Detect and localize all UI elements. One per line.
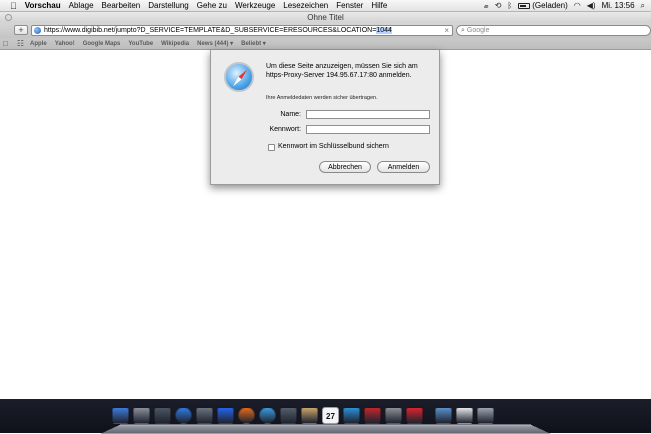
trash-icon[interactable]: [477, 407, 494, 424]
window-close-icon[interactable]: [5, 14, 12, 21]
menu-item-gehe-zu[interactable]: Gehe zu: [197, 1, 227, 10]
battery-icon[interactable]: [518, 2, 531, 9]
menu-extras: 𝒶 ⟲ ᛒ (Geladen) ◠ ◀) Mi. 13:56 ⌕: [478, 1, 651, 11]
menu-item-hilfe[interactable]: Hilfe: [371, 1, 387, 10]
window-title: Ohne Titel: [307, 13, 344, 22]
bookmark-news[interactable]: News (444) ▾: [197, 40, 233, 47]
photo-booth-icon[interactable]: [364, 407, 381, 424]
menu-item-ablage[interactable]: Ablage: [69, 1, 94, 10]
menu-item-bearbeiten[interactable]: Bearbeiten: [102, 1, 141, 10]
document-stack-icon[interactable]: [456, 407, 473, 424]
bookmark-apple[interactable]: Apple: [30, 41, 47, 47]
address-url-selected: 1044: [376, 27, 392, 34]
menu-app-name[interactable]: Vorschau: [25, 1, 61, 10]
address-bar[interactable]: https://www.digibib.net/jumpto?D_SERVICE…: [31, 25, 453, 36]
search-icon: ⌕: [461, 26, 465, 34]
login-button[interactable]: Anmelden: [377, 161, 430, 173]
preview-icon[interactable]: [217, 407, 234, 424]
bookmark-yahoo[interactable]: Yahoo!: [55, 41, 75, 47]
menu-item-lesezeichen[interactable]: Lesezeichen: [283, 1, 328, 10]
volume-icon[interactable]: ◀): [587, 1, 596, 10]
bookmark-beliebt[interactable]: Beliebt ▾: [241, 40, 266, 47]
bluetooth-icon[interactable]: ᛒ: [507, 1, 512, 10]
menu-item-werkzeuge[interactable]: Werkzeuge: [235, 1, 275, 10]
address-text[interactable]: https://www.digibib.net/jumpto?D_SERVICE…: [44, 27, 392, 34]
password-field[interactable]: [306, 125, 430, 134]
browser-toolbar: + https://www.digibib.net/jumpto?D_SERVI…: [0, 23, 651, 38]
finder-icon[interactable]: [112, 407, 129, 424]
top-sites-icon[interactable]: ☷: [17, 39, 24, 48]
auth-subtext: Ihre Anmeldedaten werden sicher übertrag…: [266, 95, 378, 101]
remember-password-checkbox[interactable]: [268, 144, 275, 151]
menu-bar:  Vorschau Ablage Bearbeiten Darstellung…: [0, 0, 651, 12]
system-preferences-icon[interactable]: [385, 407, 402, 424]
auth-message: Um diese Seite anzuzeigen, müssen Sie si…: [266, 63, 418, 79]
password-label: Kennwort:: [269, 126, 301, 133]
calendar-icon[interactable]: 27: [322, 407, 339, 424]
address-book-icon[interactable]: [301, 407, 318, 424]
search-placeholder: Google: [466, 27, 490, 34]
battery-status[interactable]: (Geladen): [532, 1, 568, 10]
safari-compass-icon: [224, 62, 254, 92]
compass-needle-white: [231, 76, 242, 88]
script-tray-icon[interactable]: 𝒶: [484, 1, 488, 11]
auth-dialog: Um diese Seite anzuzeigen, müssen Sie si…: [210, 50, 440, 185]
photo-app-icon[interactable]: [196, 407, 213, 424]
bookmark-google-maps[interactable]: Google Maps: [83, 41, 121, 47]
facetime-icon[interactable]: [280, 407, 297, 424]
apple-menu-icon[interactable]: : [10, 1, 17, 11]
address-url: https://www.digibib.net/jumpto?D_SERVICE…: [44, 27, 377, 34]
downloads-folder-icon[interactable]: [435, 407, 452, 424]
spotlight-icon[interactable]: ⌕: [641, 1, 645, 11]
menu-item-fenster[interactable]: Fenster: [336, 1, 363, 10]
name-field[interactable]: [306, 110, 430, 119]
bookmarks-bar: □ ☷ Apple Yahoo! Google Maps YouTube Wik…: [0, 38, 651, 50]
menu-left:  Vorschau Ablage Bearbeiten Darstellung…: [0, 1, 395, 11]
itunes-icon[interactable]: [343, 407, 360, 424]
cancel-button[interactable]: Abbrechen: [319, 161, 371, 173]
menu-item-darstellung[interactable]: Darstellung: [148, 1, 188, 10]
new-tab-button[interactable]: +: [14, 25, 28, 35]
window-title-bar: Ohne Titel: [0, 12, 651, 23]
launchpad-icon[interactable]: [133, 407, 150, 424]
bookmark-wikipedia[interactable]: Wikipedia: [161, 41, 189, 47]
menu-clock[interactable]: Mi. 13:56: [602, 1, 635, 10]
dock: 27: [112, 404, 498, 424]
remember-password-label[interactable]: Kennwort im Schlüsselbund sichern: [278, 143, 389, 150]
safari-icon[interactable]: [259, 407, 276, 424]
globe-icon: [34, 27, 41, 34]
search-field[interactable]: ⌕ Google: [456, 25, 651, 36]
antivirus-icon[interactable]: [406, 407, 423, 424]
clear-address-icon[interactable]: ×: [444, 26, 449, 35]
calendar-day: 27: [326, 412, 335, 421]
book-icon[interactable]: □: [3, 39, 8, 48]
app-store-icon[interactable]: [175, 407, 192, 424]
wifi-icon[interactable]: ◠: [574, 1, 581, 10]
bookmark-youtube[interactable]: YouTube: [128, 41, 153, 47]
firefox-icon[interactable]: [238, 407, 255, 424]
mission-control-icon[interactable]: [154, 407, 171, 424]
name-label: Name:: [280, 111, 301, 118]
time-machine-icon[interactable]: ⟲: [495, 1, 502, 10]
